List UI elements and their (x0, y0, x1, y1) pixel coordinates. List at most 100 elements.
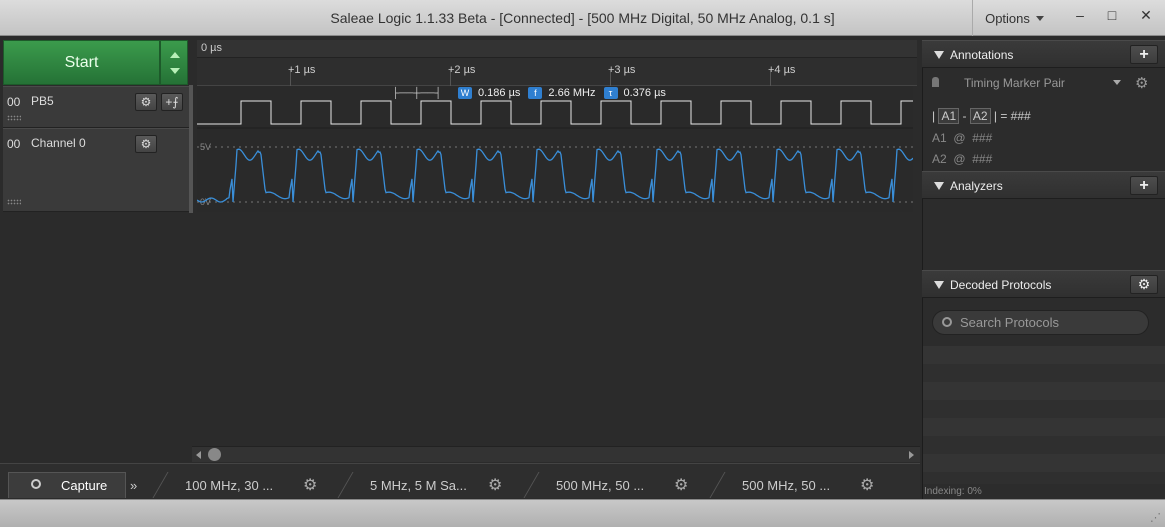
collapse-triangle-icon[interactable] (934, 281, 944, 289)
annotation-a2-row: A2 @ ### (932, 152, 992, 166)
status-bar: ⋰ (0, 499, 1165, 527)
maximize-button[interactable]: □ (1096, 0, 1128, 30)
measurement-bar[interactable]: ├──┼──┤ W 0.186 µs f 2.66 MHz τ 0.376 µs (392, 86, 666, 100)
annotation-type-dropdown[interactable]: Timing Marker Pair ⚙ (956, 73, 1156, 95)
session-tab-bar: Capture » 100 MHz, 30 ... ⚙ 5 MHz, 5 M S… (0, 463, 920, 498)
tab-session-2[interactable]: 5 MHz, 5 M Sa... ⚙ (370, 472, 520, 498)
tab-separator (523, 472, 540, 498)
tab-session-4[interactable]: 500 MHz, 50 ... ⚙ (742, 472, 892, 498)
waveform-area[interactable]: 5V 0V (196, 86, 914, 212)
tab-separator (709, 472, 726, 498)
add-annotation-button[interactable]: + (1130, 45, 1158, 64)
tab-session-1[interactable]: 100 MHz, 30 ... ⚙ (185, 472, 335, 498)
gear-icon[interactable]: ⚙ (303, 475, 317, 495)
tab-session-label: 500 MHz, 50 ... (742, 477, 831, 493)
minimize-button[interactable]: – (1064, 0, 1096, 30)
frequency-value: 2.66 MHz (548, 87, 596, 99)
a1-label: A1 (932, 131, 947, 145)
channel-row-channel-0[interactable]: 00 Channel 0 ⚙ (3, 128, 189, 212)
scroll-right-icon[interactable] (909, 451, 914, 459)
channel-number: 00 (7, 95, 21, 109)
tab-session-3[interactable]: 500 MHz, 50 ... ⚙ (556, 472, 706, 498)
analyzers-title: Analyzers (950, 179, 1003, 193)
arrow-down-icon[interactable] (170, 68, 180, 74)
at-glyph: @ (953, 131, 966, 145)
options-label: Options (985, 10, 1030, 26)
ruler-label: +2 µs (448, 64, 476, 76)
a1-value: ### (972, 131, 993, 145)
panel-splitter[interactable] (189, 85, 193, 213)
decoded-protocols-title: Decoded Protocols (950, 278, 1052, 292)
decoded-protocols-list[interactable] (923, 346, 1165, 484)
channel-0-analog-trace (196, 148, 914, 203)
delta-value: | = ### (993, 109, 1031, 123)
indexing-status: Indexing: 0% (924, 486, 982, 497)
collapse-triangle-icon[interactable] (934, 51, 944, 59)
time-ruler[interactable]: +1 µs +2 µs +3 µs +4 µs (197, 58, 917, 86)
frequency-badge-icon: f (528, 87, 543, 99)
gear-icon[interactable]: ⚙ (488, 475, 502, 495)
more-tabs-button[interactable]: » (130, 472, 150, 498)
width-value: 0.186 µs (478, 87, 521, 99)
horizontal-scrollbar[interactable] (192, 446, 920, 462)
tab-separator (337, 472, 354, 498)
search-placeholder: Search Protocols (960, 315, 1059, 330)
waveform-empty-region[interactable] (3, 213, 916, 446)
tab-capture-label: Capture (61, 478, 108, 493)
waveform-svg[interactable]: 5V 0V (196, 86, 914, 212)
ruler-label: +3 µs (608, 64, 636, 76)
at-glyph: @ (953, 152, 966, 166)
tab-session-label: 100 MHz, 30 ... (185, 477, 274, 493)
a2-value: ### (972, 152, 993, 166)
annotations-title: Annotations (950, 48, 1014, 62)
period-value: 0.376 µs (623, 87, 666, 99)
gear-icon[interactable]: ⚙ (1135, 74, 1148, 92)
period-badge-icon: τ (603, 87, 618, 99)
gear-icon[interactable]: ⚙ (860, 475, 874, 495)
decoded-protocols-header[interactable]: Decoded Protocols ⚙ (922, 270, 1165, 298)
add-analyzer-button[interactable]: + (1130, 176, 1158, 195)
marker-a1-badge[interactable]: A1 (938, 108, 960, 124)
channel-name[interactable]: PB5 (31, 94, 54, 108)
trigger-edge-icon[interactable]: +⨍ (161, 93, 183, 111)
annotation-a1-row: A1 @ ### (932, 131, 992, 145)
channel-number: 00 (7, 137, 21, 151)
width-badge-icon: W (458, 87, 472, 99)
channel-name[interactable]: Channel 0 (31, 136, 86, 150)
tab-capture[interactable]: Capture (8, 472, 126, 498)
search-icon (942, 317, 952, 327)
channel-settings-gear-icon[interactable]: ⚙ (135, 135, 157, 153)
time-origin-bar: 0 µs (197, 40, 917, 58)
search-protocols-input[interactable]: Search Protocols (932, 310, 1149, 335)
gear-icon[interactable]: ⚙ (674, 475, 688, 495)
scroll-left-icon[interactable] (196, 451, 201, 459)
arrow-up-icon[interactable] (170, 52, 180, 58)
analog-5v-label: 5V (200, 142, 211, 152)
analyzers-header[interactable]: Analyzers + (922, 171, 1165, 199)
chevron-down-icon (1035, 15, 1044, 21)
options-menu[interactable]: Options (972, 0, 1056, 36)
search-icon (31, 479, 41, 489)
title-bar: Saleae Logic 1.1.33 Beta - [Connected] -… (0, 0, 1165, 36)
tab-session-label: 500 MHz, 50 ... (556, 477, 645, 493)
a2-label: A2 (932, 152, 947, 166)
decoded-settings-gear-icon[interactable]: ⚙ (1130, 275, 1158, 294)
chevron-down-icon (1113, 80, 1121, 85)
channel-row-pb5[interactable]: 00 PB5 ⚙ +⨍ (3, 86, 189, 128)
annotations-header[interactable]: Annotations + (922, 40, 1165, 68)
resize-grip-icon[interactable]: ⋰ (1150, 511, 1161, 524)
drag-handle-icon[interactable] (7, 115, 21, 121)
pb5-digital-trace (197, 100, 913, 125)
delta-separator: - (962, 109, 967, 123)
scroll-thumb[interactable] (208, 448, 221, 461)
pipe-glyph: | (932, 109, 936, 123)
annotation-delta-row: | A1 - A2 | = ### (932, 108, 1031, 124)
drag-handle-icon[interactable] (7, 199, 21, 205)
marker-a2-badge[interactable]: A2 (969, 108, 991, 124)
close-button[interactable]: ✕ (1130, 0, 1162, 30)
ruler-label: +1 µs (288, 64, 316, 76)
channel-settings-gear-icon[interactable]: ⚙ (135, 93, 157, 111)
start-button[interactable]: Start (3, 40, 160, 85)
start-options-stepper[interactable] (160, 40, 188, 85)
collapse-triangle-icon[interactable] (934, 182, 944, 190)
